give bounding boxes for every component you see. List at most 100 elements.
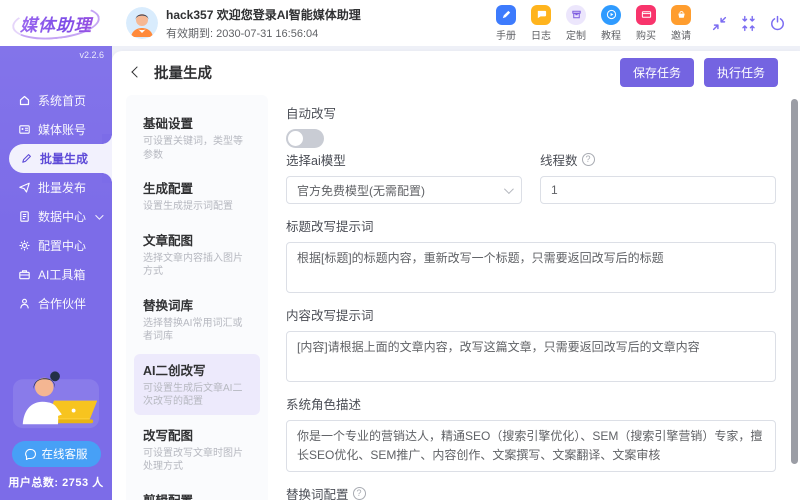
title-prompt-label: 标题改写提示词 (286, 220, 374, 234)
collapse-window-icon[interactable] (740, 15, 757, 32)
back-button[interactable] (128, 63, 146, 81)
avatar-illustration (126, 7, 158, 39)
step-desc: 选择替换AI常用词汇或者词库 (143, 317, 243, 343)
brand-logo: 媒体助理 (0, 0, 112, 46)
welcome-text: hack357 欢迎您登录AI智能媒体助理 (166, 7, 361, 22)
sidebar-item-label: 批量生成 (40, 152, 89, 166)
run-task-button[interactable]: 执行任务 (703, 57, 778, 87)
help-icon[interactable]: ? (581, 153, 595, 166)
ai-model-value: 官方免费模型(无需配置) (297, 183, 425, 198)
sidebar-item-media-accounts[interactable]: 媒体账号 (0, 115, 112, 144)
batch-publish-icon (19, 182, 30, 193)
sidebar-item-batch-publish[interactable]: 批量发布 (0, 173, 112, 202)
main-area: 批量生成 保存任务 执行任务 基础设置 可设置关键词，类型等参数 生成配置 设置… (112, 46, 800, 500)
quick-link-label: 手册 (496, 30, 516, 42)
sidebar-item-partners[interactable]: 合作伙伴 (0, 289, 112, 318)
step-desc: 可设置关键词，类型等参数 (143, 136, 243, 161)
auto-rewrite-toggle[interactable] (286, 129, 324, 148)
step-title: 基础设置 (143, 117, 194, 131)
sidebar-item-label: 数据中心 (38, 210, 87, 224)
model-label: 选择ai模型 (286, 154, 346, 168)
step-generate-config[interactable]: 生成配置 设置生成提示词配置 (134, 172, 260, 220)
online-support-label: 在线客服 (41, 449, 88, 461)
buy-icon (636, 4, 656, 25)
sidebar-item-home[interactable]: 系统首页 (0, 86, 112, 115)
quick-link-label: 邀请 (671, 30, 691, 42)
step-clip-config[interactable]: 剪辑配置 可设置自动混剪的配置 (134, 484, 260, 500)
step-title: 生成配置 (143, 182, 194, 196)
system-role-label: 系统角色描述 (286, 398, 362, 413)
sidebar-item-label: 批量发布 (38, 181, 87, 195)
manual-icon (496, 4, 516, 25)
toggle-knob (288, 131, 303, 146)
ai-model-select[interactable]: 官方免费模型(无需配置) (286, 176, 522, 204)
replace-config-label-text: 替换词配置 (286, 487, 349, 500)
custom-icon (566, 4, 586, 25)
thread-label: 线程数 ? (540, 150, 776, 169)
quick-link-tutorial[interactable]: 教程 (601, 4, 621, 42)
step-basic-settings[interactable]: 基础设置 可设置关键词，类型等参数 (134, 107, 260, 168)
step-title: 替换词库 (143, 298, 194, 313)
top-header: 媒体助理 hack357 欢迎您登录AI智能媒体助理 有效期到: 2030-07… (0, 0, 800, 46)
step-desc: 可设置改写文章时图片处理方式 (143, 447, 243, 473)
step-ai-rewrite[interactable]: AI二创改写 可设置生成后文章AI二次改写的配置 (134, 353, 260, 415)
sidebar-item-label: 配置中心 (38, 239, 87, 253)
auto-rewrite-label: 自动改写 (286, 107, 337, 121)
title-prompt-textarea[interactable]: 根据[标题]的标题内容，重新改写一个标题，只需要返回改写后的标题 (286, 242, 776, 294)
step-title: 剪辑配置 (143, 490, 251, 500)
step-replace-lexicon[interactable]: 替换词库 选择替换AI常用词汇或者词库 (134, 289, 260, 350)
media-account-icon (19, 125, 30, 134)
sidebar-item-label: 媒体账号 (38, 123, 87, 137)
system-role-textarea[interactable]: 你是一个专业的营销达人，精通SEO（搜索引擎优化）、SEM（搜索引擎营销）专家，… (286, 420, 776, 472)
quick-link-label: 教程 (601, 30, 621, 42)
window-controls (711, 15, 786, 32)
power-icon[interactable] (769, 15, 786, 32)
quick-link-manual[interactable]: 手册 (496, 4, 516, 42)
log-icon (531, 4, 551, 25)
task-actions: 保存任务 执行任务 (619, 57, 778, 87)
sidebar-footer: 在线客服 用户总数: 2753 人 (0, 346, 112, 490)
quick-link-label: 定制 (566, 30, 586, 42)
step-title: AI二创改写 (143, 363, 206, 378)
content-scrollbar[interactable] (791, 99, 798, 496)
config-center-icon (19, 240, 30, 251)
sidebar: v2.2.6 系统首页 媒体账号 批量生成 批量发布 数据中心 配置中心 AI工… (0, 46, 112, 500)
quick-link-buy[interactable]: 购买 (636, 4, 656, 42)
page-title: 批量生成 (154, 65, 212, 82)
step-desc: 设置生成提示词配置 (143, 201, 233, 212)
quick-link-custom[interactable]: 定制 (566, 4, 586, 42)
content-card: 批量生成 保存任务 执行任务 基础设置 可设置关键词，类型等参数 生成配置 设置… (112, 51, 800, 500)
replace-config-label: 替换词配置 ? (286, 484, 776, 500)
config-steps-panel: 基础设置 可设置关键词，类型等参数 生成配置 设置生成提示词配置 文章配图 选择… (126, 95, 268, 500)
home-icon (19, 95, 30, 106)
user-total-count: 用户总数: 2753 人 (8, 477, 104, 489)
save-task-button[interactable]: 保存任务 (619, 57, 694, 87)
sidebar-item-batch-generate[interactable]: 批量生成 (9, 134, 112, 183)
quick-link-invite[interactable]: 邀请 (671, 4, 691, 42)
expiry-text: 有效期到: 2030-07-31 16:56:04 (166, 27, 319, 40)
content-prompt-textarea[interactable]: [内容]请根据上面的文章内容，改写这篇文章，只需要返回改写后的文章内容 (286, 331, 776, 383)
header-actions: 手册 日志 定制 教程 购买 邀请 (496, 4, 800, 42)
batch-generate-icon (22, 154, 31, 163)
sidebar-item-data-center[interactable]: 数据中心 (0, 202, 112, 231)
quick-link-log[interactable]: 日志 (531, 4, 551, 42)
chevron-down-icon (95, 210, 104, 220)
online-support-button[interactable]: 在线客服 (11, 441, 101, 467)
sidebar-item-config-center[interactable]: 配置中心 (0, 231, 112, 260)
step-article-image[interactable]: 文章配图 选择文章内容插入图片方式 (134, 224, 260, 285)
sidebar-item-label: AI工具箱 (38, 268, 86, 282)
brand-logo-text: 媒体助理 (16, 9, 96, 38)
content-prompt-label: 内容改写提示词 (286, 309, 374, 324)
app-window: 媒体助理 hack357 欢迎您登录AI智能媒体助理 有效期到: 2030-07… (0, 0, 800, 500)
step-rewrite-image[interactable]: 改写配图 可设置改写文章时图片处理方式 (134, 419, 260, 480)
thread-count-input[interactable] (540, 176, 776, 204)
step-desc: 可设置生成后文章AI二次改写的配置 (143, 382, 243, 408)
scrollbar-thumb[interactable] (791, 99, 798, 465)
chat-icon (24, 448, 36, 460)
thread-label-text: 线程数 (540, 154, 578, 168)
quick-link-label: 日志 (531, 30, 551, 42)
sidebar-item-ai-toolbox[interactable]: AI工具箱 (0, 260, 112, 289)
help-icon[interactable]: ? (352, 486, 366, 500)
user-avatar[interactable] (126, 7, 158, 39)
compress-window-icon[interactable] (711, 15, 728, 32)
